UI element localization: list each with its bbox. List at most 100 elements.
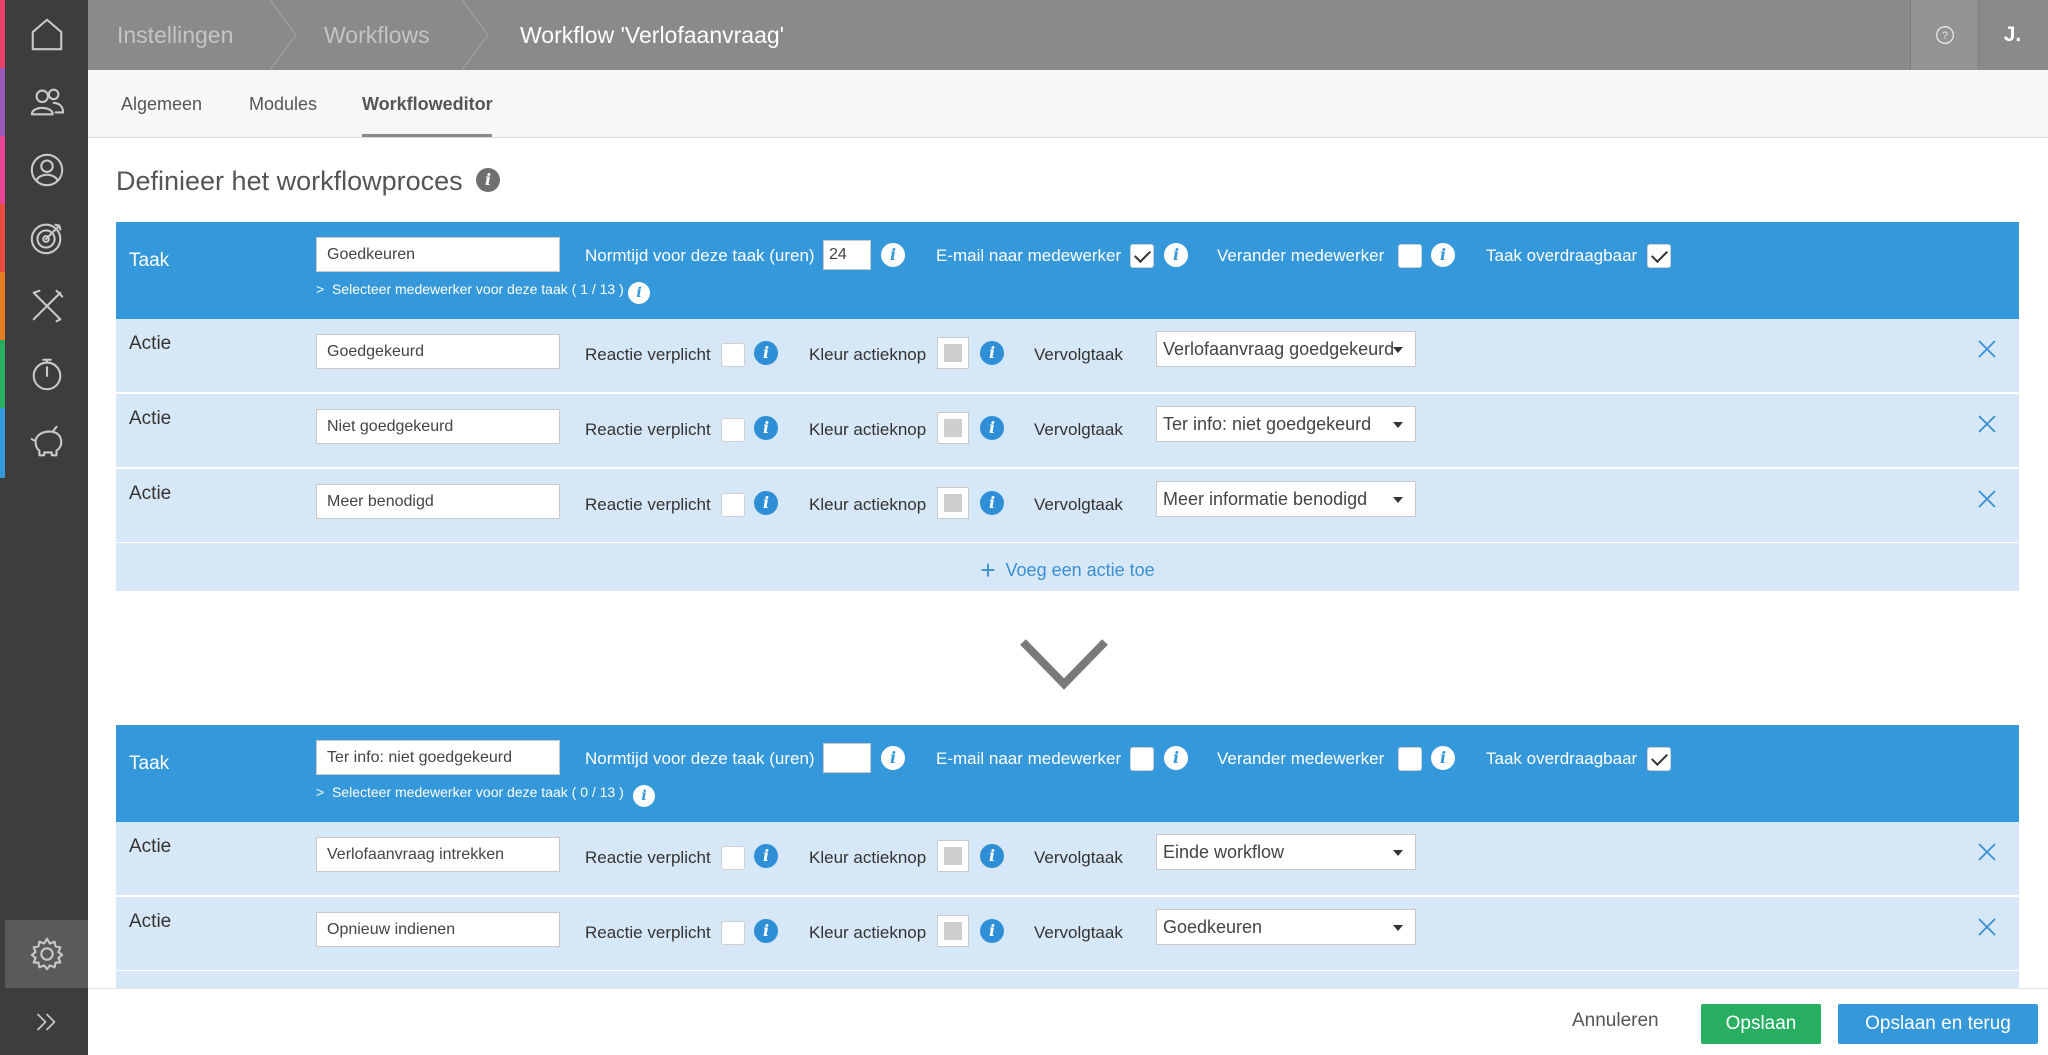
- close-icon: [1978, 918, 1996, 936]
- task-label: Taak: [129, 250, 170, 271]
- info-icon[interactable]: i: [476, 168, 500, 192]
- verander-checkbox[interactable]: [1398, 244, 1422, 268]
- svg-text:?: ?: [1941, 30, 1947, 42]
- tab-workfloweditor[interactable]: Workfloweditor: [362, 70, 493, 138]
- sidebar-item-home[interactable]: [5, 0, 88, 68]
- color-picker[interactable]: [937, 915, 969, 947]
- sidebar-item-profile[interactable]: [5, 136, 88, 204]
- save-and-back-button[interactable]: Opslaan en terug: [1838, 1004, 2038, 1044]
- vervolgtaak-select[interactable]: Einde workflow: [1156, 834, 1416, 870]
- overdraagbaar-checkbox[interactable]: [1647, 244, 1671, 268]
- info-icon[interactable]: i: [754, 341, 778, 365]
- reactie-checkbox[interactable]: [721, 418, 745, 442]
- select-employee-link[interactable]: > Selecteer medewerker voor deze taak ( …: [316, 281, 624, 297]
- color-picker[interactable]: [937, 412, 969, 444]
- sidebar-item-goals[interactable]: [5, 204, 88, 272]
- cancel-button[interactable]: Annuleren: [1572, 1001, 1659, 1041]
- remove-action-button[interactable]: [1976, 841, 1998, 863]
- vervolgtaak-select[interactable]: Ter info: niet goedgekeurd: [1156, 406, 1416, 442]
- person-icon: [30, 153, 63, 187]
- info-icon[interactable]: i: [980, 416, 1004, 440]
- remove-action-button[interactable]: [1976, 916, 1998, 938]
- remove-action-button[interactable]: [1976, 413, 1998, 435]
- remove-action-button[interactable]: [1976, 338, 1998, 360]
- breadcrumb-separator: [268, 0, 298, 71]
- info-icon[interactable]: i: [633, 785, 655, 807]
- plus-icon: +: [980, 555, 996, 585]
- email-label: E-mail naar medewerker: [936, 749, 1122, 768]
- info-icon[interactable]: i: [1431, 746, 1455, 770]
- info-icon[interactable]: i: [754, 919, 778, 943]
- info-icon[interactable]: i: [980, 919, 1004, 943]
- reactie-checkbox[interactable]: [721, 493, 745, 517]
- info-icon[interactable]: i: [980, 341, 1004, 365]
- info-icon[interactable]: i: [754, 844, 778, 868]
- action-name-input[interactable]: Niet goedgekeurd: [316, 409, 560, 444]
- normtijd-input[interactable]: [823, 743, 871, 773]
- tools-icon: [32, 289, 63, 323]
- user-menu[interactable]: J.: [1978, 0, 2046, 70]
- add-action-row: [116, 971, 2019, 988]
- action-name-input[interactable]: Opnieuw indienen: [316, 912, 560, 947]
- help-button[interactable]: ?: [1910, 0, 1978, 70]
- vervolgtaak-label: Vervolgtaak: [1034, 345, 1123, 364]
- info-icon[interactable]: i: [1164, 243, 1188, 267]
- info-icon[interactable]: i: [1431, 243, 1455, 267]
- info-icon[interactable]: i: [980, 844, 1004, 868]
- breadcrumb-instellingen[interactable]: Instellingen: [117, 0, 233, 70]
- email-checkbox[interactable]: [1130, 747, 1154, 771]
- email-checkbox[interactable]: [1130, 244, 1154, 268]
- vervolgtaak-select[interactable]: Meer informatie benodigd: [1156, 481, 1416, 517]
- normtijd-input[interactable]: 24: [823, 240, 871, 270]
- reactie-label: Reactie verplicht: [585, 420, 711, 439]
- add-action-button[interactable]: + Voeg een actie toe: [980, 555, 1154, 586]
- info-icon[interactable]: i: [754, 416, 778, 440]
- vervolgtaak-label: Vervolgtaak: [1034, 495, 1123, 514]
- sidebar-expand-button[interactable]: [5, 988, 88, 1055]
- info-icon[interactable]: i: [980, 491, 1004, 515]
- tab-modules[interactable]: Modules: [249, 70, 317, 138]
- info-icon[interactable]: i: [628, 282, 650, 304]
- reactie-label: Reactie verplicht: [585, 495, 711, 514]
- action-name-input[interactable]: Verlofaanvraag intrekken: [316, 837, 560, 872]
- action-label: Actie: [129, 408, 172, 429]
- tab-algemeen[interactable]: Algemeen: [121, 70, 202, 138]
- breadcrumb-separator: [460, 0, 490, 71]
- top-bar: Instellingen Workflows Workflow 'Verlofa…: [88, 0, 2048, 71]
- breadcrumb-workflows[interactable]: Workflows: [324, 0, 430, 70]
- action-name-input[interactable]: Goedgekeurd: [316, 334, 560, 369]
- vervolgtaak-value: Goedkeuren: [1163, 917, 1263, 937]
- color-picker[interactable]: [937, 487, 969, 519]
- reactie-checkbox[interactable]: [721, 846, 745, 870]
- select-employee-link[interactable]: > Selecteer medewerker voor deze taak ( …: [316, 784, 624, 800]
- overdraagbaar-checkbox[interactable]: [1647, 747, 1671, 771]
- action-row: Actie Opnieuw indienen Reactie verplicht…: [116, 897, 2019, 971]
- reactie-label: Reactie verplicht: [585, 848, 711, 867]
- sidebar-item-time[interactable]: [5, 340, 88, 408]
- sidebar-item-settings[interactable]: [5, 920, 88, 988]
- reactie-checkbox[interactable]: [721, 343, 745, 367]
- remove-action-button[interactable]: [1976, 488, 1998, 510]
- sidebar-item-tools[interactable]: [5, 272, 88, 340]
- info-icon[interactable]: i: [881, 746, 905, 770]
- task-name-input[interactable]: Ter info: niet goedgekeurd: [316, 740, 560, 775]
- save-button[interactable]: Opslaan: [1701, 1004, 1821, 1044]
- info-icon[interactable]: i: [881, 243, 905, 267]
- reactie-checkbox[interactable]: [721, 921, 745, 945]
- sidebar-item-users[interactable]: [5, 68, 88, 136]
- sidebar-item-finance[interactable]: [5, 408, 88, 476]
- color-picker[interactable]: [937, 840, 969, 872]
- action-label: Actie: [129, 333, 172, 354]
- task-header: Taak Goedkeuren Normtijd voor deze taak …: [116, 222, 2019, 319]
- verander-checkbox[interactable]: [1398, 747, 1422, 771]
- vervolgtaak-select[interactable]: Goedkeuren: [1156, 909, 1416, 945]
- info-icon[interactable]: i: [754, 491, 778, 515]
- task-name-input[interactable]: Goedkeuren: [316, 237, 560, 272]
- active-tab-indicator: [362, 134, 492, 137]
- piggybank-icon: [30, 425, 62, 457]
- color-picker[interactable]: [937, 337, 969, 369]
- info-icon[interactable]: i: [1164, 746, 1188, 770]
- vervolgtaak-select[interactable]: Verlofaanvraag goedgekeurd: [1156, 331, 1416, 367]
- action-name-input[interactable]: Meer benodigd: [316, 484, 560, 519]
- action-row: Actie Niet goedgekeurd Reactie verplicht…: [116, 394, 2019, 468]
